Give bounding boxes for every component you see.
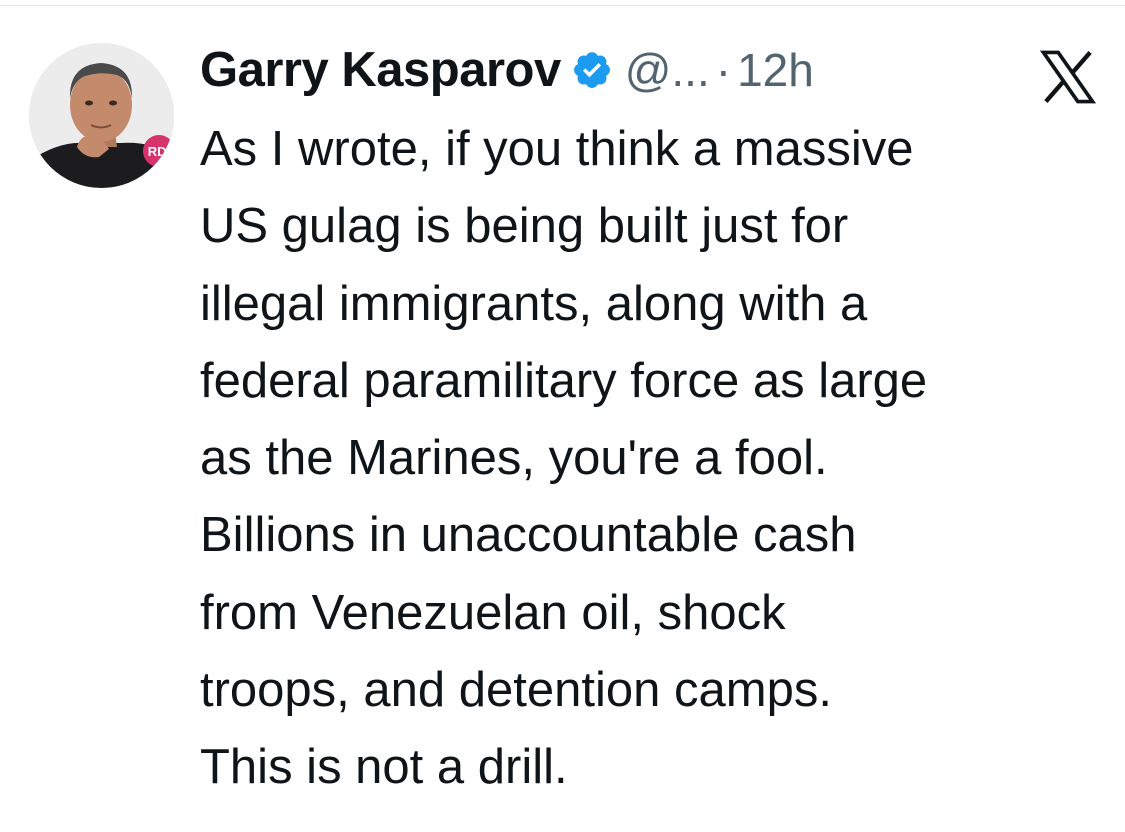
timestamp[interactable]: 12h bbox=[737, 43, 814, 97]
tweet-line: as the Marines, you're a fool. bbox=[200, 431, 828, 486]
tweet-line: US gulag is being built just for bbox=[200, 199, 849, 254]
tweet-card: RDI Garry Kasparov @... · 12h As I wrote… bbox=[0, 0, 1125, 832]
tweet-line: federal paramilitary force as large bbox=[200, 353, 928, 408]
tweet-line: illegal immigrants, along with a bbox=[200, 276, 868, 331]
avatar-badge: RDI bbox=[143, 135, 174, 167]
tweet-line: troops, and detention camps. bbox=[200, 663, 832, 718]
tweet-line: As I wrote, if you think a massive bbox=[200, 122, 914, 176]
separator-dot: · bbox=[715, 44, 732, 96]
avatar[interactable]: RDI bbox=[29, 43, 174, 188]
user-handle[interactable]: @... bbox=[625, 43, 710, 97]
tweet-header: Garry Kasparov @... · 12h bbox=[200, 38, 814, 102]
tweet-body: As I wrote, if you think a massive US gu… bbox=[200, 111, 1105, 807]
verified-badge-icon bbox=[573, 52, 610, 88]
divider bbox=[0, 5, 1125, 6]
avatar-photo: RDI bbox=[29, 43, 174, 188]
tweet-line: from Venezuelan oil, shock bbox=[200, 585, 786, 640]
tweet-line: This is not a drill. bbox=[200, 740, 568, 795]
x-logo-icon[interactable] bbox=[1038, 50, 1098, 104]
display-name[interactable]: Garry Kasparov bbox=[200, 42, 561, 98]
tweet-line: Billions in unaccountable cash bbox=[200, 508, 857, 563]
avatar-badge-label: RDI bbox=[148, 144, 170, 159]
